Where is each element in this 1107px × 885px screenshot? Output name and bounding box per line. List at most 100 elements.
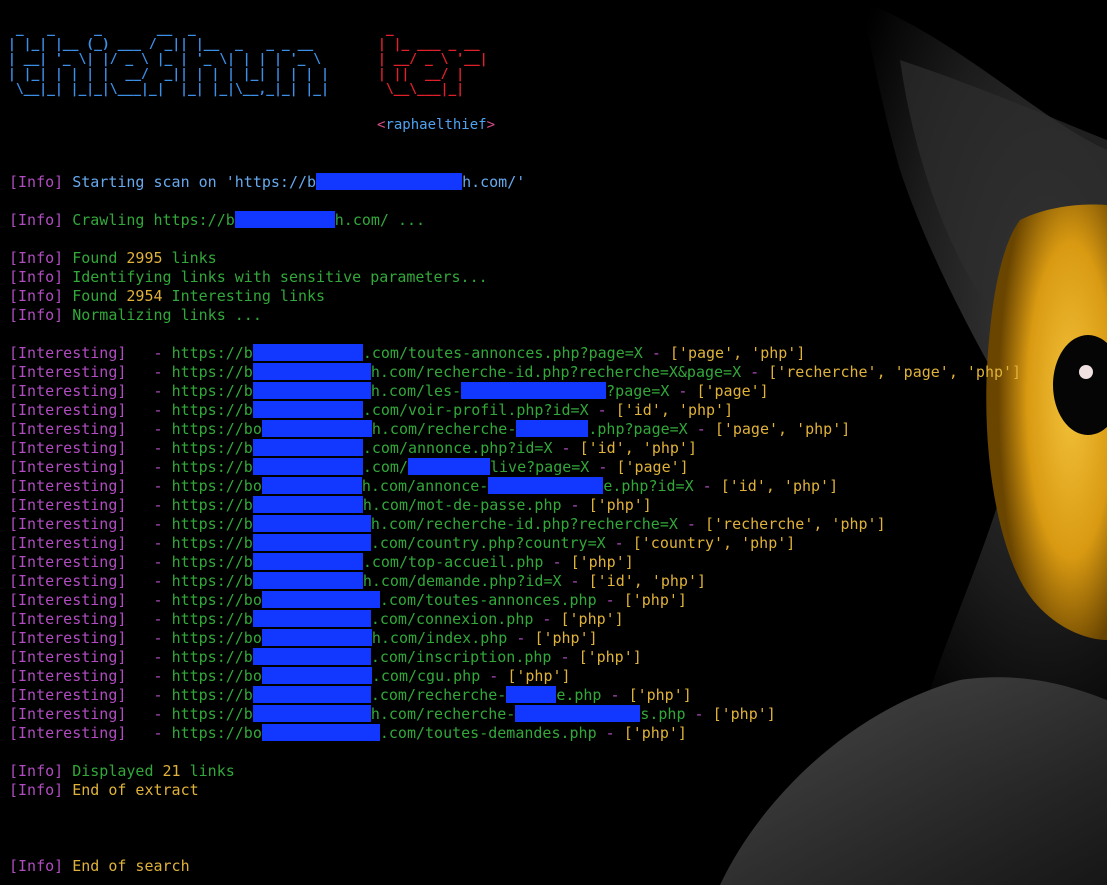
- link-prefix: https://b: [171, 439, 253, 457]
- interesting-link-row: [Interesting] - https://b .com/inscriptio…: [9, 647, 642, 666]
- interesting-tag: [Interesting]: [9, 667, 127, 685]
- interesting-link-row: [Interesting] - https://b .com/connexion.…: [9, 609, 624, 628]
- link-prefix: https://b: [171, 534, 253, 552]
- link-prefix: https://bo: [171, 477, 262, 495]
- link-path: .com/toutes-demandes.php: [379, 724, 597, 742]
- terminal-output: [Info] Starting scan on 'https://b h.com/…: [9, 172, 1022, 876]
- link-params: ['php']: [628, 686, 692, 704]
- redaction: [261, 723, 380, 741]
- link-params: ['recherche', 'page', 'php']: [768, 363, 1022, 381]
- link-params: ['php']: [578, 648, 642, 666]
- redaction: [408, 457, 490, 475]
- interesting-tag: [Interesting]: [9, 610, 127, 628]
- redaction: [252, 533, 371, 551]
- link-params: ['php']: [507, 667, 571, 685]
- interesting-tag: [Interesting]: [9, 515, 127, 533]
- redaction: [252, 704, 371, 722]
- link-prefix: https://b: [171, 401, 253, 419]
- redaction: [488, 476, 604, 494]
- link-prefix: https://b: [171, 382, 253, 400]
- log-line-start: [Info] Starting scan on 'https://b h.com/…: [9, 172, 526, 191]
- link-prefix: https://bo: [171, 724, 262, 742]
- link-prefix: https://b: [171, 344, 253, 362]
- interesting-link-row: [Interesting] - https://bo h.com/recherch…: [9, 419, 851, 438]
- link-path: .com/inscription.php: [370, 648, 552, 666]
- interesting-link-row: [Interesting] - https://b .com/country.ph…: [9, 533, 796, 552]
- link-params: ['php']: [570, 553, 634, 571]
- link-prefix: https://b: [171, 610, 253, 628]
- interesting-tag: [Interesting]: [9, 629, 127, 647]
- link-prefix: https://b: [171, 572, 253, 590]
- redaction: [252, 571, 363, 589]
- link-params: ['page']: [696, 382, 769, 400]
- link-prefix: https://bo: [171, 420, 262, 438]
- redaction: [261, 590, 380, 608]
- interesting-tag: [Interesting]: [9, 439, 127, 457]
- link-prefix: https://b: [171, 648, 253, 666]
- interesting-tag: [Interesting]: [9, 477, 127, 495]
- interesting-link-row: [Interesting] - https://b .com/live?page=…: [9, 457, 689, 476]
- interesting-tag: [Interesting]: [9, 591, 127, 609]
- interesting-tag: [Interesting]: [9, 572, 127, 590]
- link-path-tail: ?page=X: [606, 382, 670, 400]
- interesting-link-row: [Interesting] - https://b .com/top-accuei…: [9, 552, 634, 571]
- link-params: ['php']: [712, 705, 776, 723]
- link-path: h.com/index.php: [371, 629, 508, 647]
- link-path: .com/recherche-: [370, 686, 507, 704]
- interesting-link-row: [Interesting] - https://bo h.com/annonce-…: [9, 476, 839, 495]
- link-path: .com/toutes-annonces.php: [379, 591, 597, 609]
- redaction: [506, 685, 557, 703]
- link-params: ['id', 'php']: [615, 401, 734, 419]
- link-path: h.com/recherche-: [371, 420, 517, 438]
- link-params: ['php']: [623, 724, 687, 742]
- interesting-tag: [Interesting]: [9, 686, 127, 704]
- redaction: [252, 438, 363, 456]
- log-line-found-interesting: [Info] Found 2954 Interesting links: [9, 287, 326, 305]
- interesting-tag: [Interesting]: [9, 705, 127, 723]
- link-prefix: https://b: [171, 496, 253, 514]
- interesting-tag: [Interesting]: [9, 344, 127, 362]
- interesting-link-row: [Interesting] - https://b h.com/mot-de-pa…: [9, 495, 652, 514]
- log-line-end-search: [Info] End of search: [9, 857, 190, 875]
- banner-art-blue: _ _ _ __ _ | |_| |__ (_) ___ / _|| |__ _…: [8, 22, 329, 97]
- link-prefix: https://b: [171, 363, 253, 381]
- interesting-tag: [Interesting]: [9, 458, 127, 476]
- interesting-link-row: [Interesting] - https://b h.com/demande.p…: [9, 571, 707, 590]
- interesting-tag: [Interesting]: [9, 420, 127, 438]
- interesting-link-row: [Interesting] - https://b .com/annonce.ph…: [9, 438, 697, 457]
- link-path: h.com/demande.php?id=X: [362, 572, 562, 590]
- link-path: .com/cgu.php: [371, 667, 481, 685]
- redaction: [252, 552, 363, 570]
- log-line-crawl: [Info] Crawling https://b h.com/ ...: [9, 210, 426, 229]
- interesting-tag: [Interesting]: [9, 401, 127, 419]
- link-prefix: https://b: [171, 553, 253, 571]
- ascii-banner: _ _ _ __ _ | |_| |__ (_) ___ / _|| |__ _…: [8, 22, 329, 97]
- redaction: [252, 362, 371, 380]
- redaction: [316, 172, 463, 190]
- link-params: ['id', 'php']: [579, 439, 697, 457]
- link-prefix: https://b: [171, 458, 253, 476]
- interesting-link-row: [Interesting] - https://bo h.com/index.ph…: [9, 628, 598, 647]
- link-params: ['php']: [588, 496, 652, 514]
- link-params: ['php']: [623, 591, 687, 609]
- link-path: h.com/les-: [370, 382, 462, 400]
- redaction: [461, 381, 607, 399]
- log-line-identify: [Info] Identifying links with sensitive …: [9, 268, 488, 286]
- link-params: ['page', 'php']: [669, 344, 806, 362]
- link-prefix: https://bo: [171, 591, 262, 609]
- link-path: h.com/recherche-id.php?recherche=X: [370, 515, 678, 533]
- link-params: ['country', 'php']: [632, 534, 796, 552]
- interesting-tag: [Interesting]: [9, 553, 127, 571]
- redaction: [252, 457, 363, 475]
- link-prefix: https://b: [171, 686, 253, 704]
- interesting-link-row: [Interesting] - https://b h.com/recherche…: [9, 704, 776, 723]
- link-path: .com/: [362, 458, 408, 476]
- redaction: [234, 210, 335, 228]
- interesting-tag: [Interesting]: [9, 496, 127, 514]
- interesting-link-row: [Interesting] - https://bo .com/toutes-an…: [9, 590, 687, 609]
- interesting-tag: [Interesting]: [9, 648, 127, 666]
- interesting-link-row: [Interesting] - https://b h.com/recherche…: [9, 514, 886, 533]
- interesting-link-row: [Interesting] - https://b .com/toutes-ann…: [9, 343, 806, 362]
- redaction: [516, 419, 589, 437]
- redaction: [261, 476, 362, 494]
